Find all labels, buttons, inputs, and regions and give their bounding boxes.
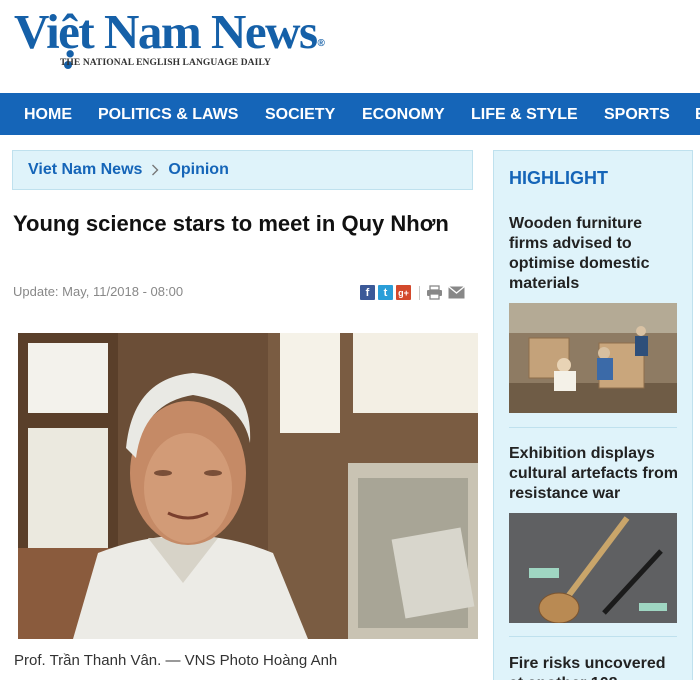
- chevron-right-icon: [151, 164, 159, 176]
- facebook-icon[interactable]: f: [360, 285, 375, 300]
- nav-item-politics-laws[interactable]: POLITICS & LAWS: [98, 93, 238, 135]
- highlight-item-thumbnail[interactable]: [509, 303, 677, 413]
- registered-mark: ®: [317, 38, 325, 49]
- logo-tagline: THE NATIONAL ENGLISH LANGUAGE DAILY: [60, 58, 271, 68]
- main-nav: HOME POLITICS & LAWS SOCIETY ECONOMY LIF…: [0, 93, 700, 135]
- nav-item-cut-off[interactable]: E: [695, 93, 700, 135]
- site-logo[interactable]: Việt Nam News® THE NATIONAL ENGLISH LANG…: [14, 4, 325, 72]
- sidebar-heading: HIGHLIGHT: [509, 168, 608, 188]
- highlight-item-title[interactable]: Wooden furniture firms advised to optimi…: [509, 214, 681, 294]
- photo-caption: Prof. Trần Thanh Vân. — VNS Photo Hoàng …: [14, 652, 338, 669]
- twitter-icon[interactable]: t: [378, 285, 393, 300]
- mail-icon[interactable]: [448, 286, 465, 299]
- highlight-item-title[interactable]: Fire risks uncovered at another 108: [509, 654, 681, 680]
- nav-item-economy[interactable]: ECONOMY: [362, 93, 445, 135]
- nav-item-society[interactable]: SOCIETY: [265, 93, 335, 135]
- highlight-item-title[interactable]: Exhibition displays cultural artefacts f…: [509, 444, 681, 504]
- highlight-item-thumbnail[interactable]: [509, 513, 677, 623]
- logo-title: Việt Nam News: [14, 4, 318, 59]
- share-toolbar: f t g+: [360, 285, 470, 300]
- nav-item-life-style[interactable]: LIFE & STYLE: [471, 93, 578, 135]
- masthead: Việt Nam News® THE NATIONAL ENGLISH LANG…: [0, 0, 700, 93]
- breadcrumb-opinion[interactable]: Opinion: [168, 161, 228, 179]
- breadcrumb: Viet Nam News Opinion: [12, 150, 473, 190]
- highlight-sidebar: HIGHLIGHT Wooden furniture firms advised…: [493, 150, 693, 680]
- share-divider: [419, 285, 420, 300]
- nav-item-sports[interactable]: SPORTS: [604, 93, 670, 135]
- article-photo: [18, 333, 478, 639]
- nav-item-home[interactable]: HOME: [24, 93, 72, 135]
- breadcrumb-home[interactable]: Viet Nam News: [28, 161, 142, 179]
- google-plus-icon[interactable]: g+: [396, 285, 411, 300]
- print-icon[interactable]: [426, 285, 443, 300]
- article-update-time: Update: May, 11/2018 - 08:00: [13, 284, 184, 299]
- sidebar-divider: [509, 636, 677, 637]
- sidebar-divider: [509, 427, 677, 428]
- article-title: Young science stars to meet in Quy Nhơn: [13, 211, 449, 236]
